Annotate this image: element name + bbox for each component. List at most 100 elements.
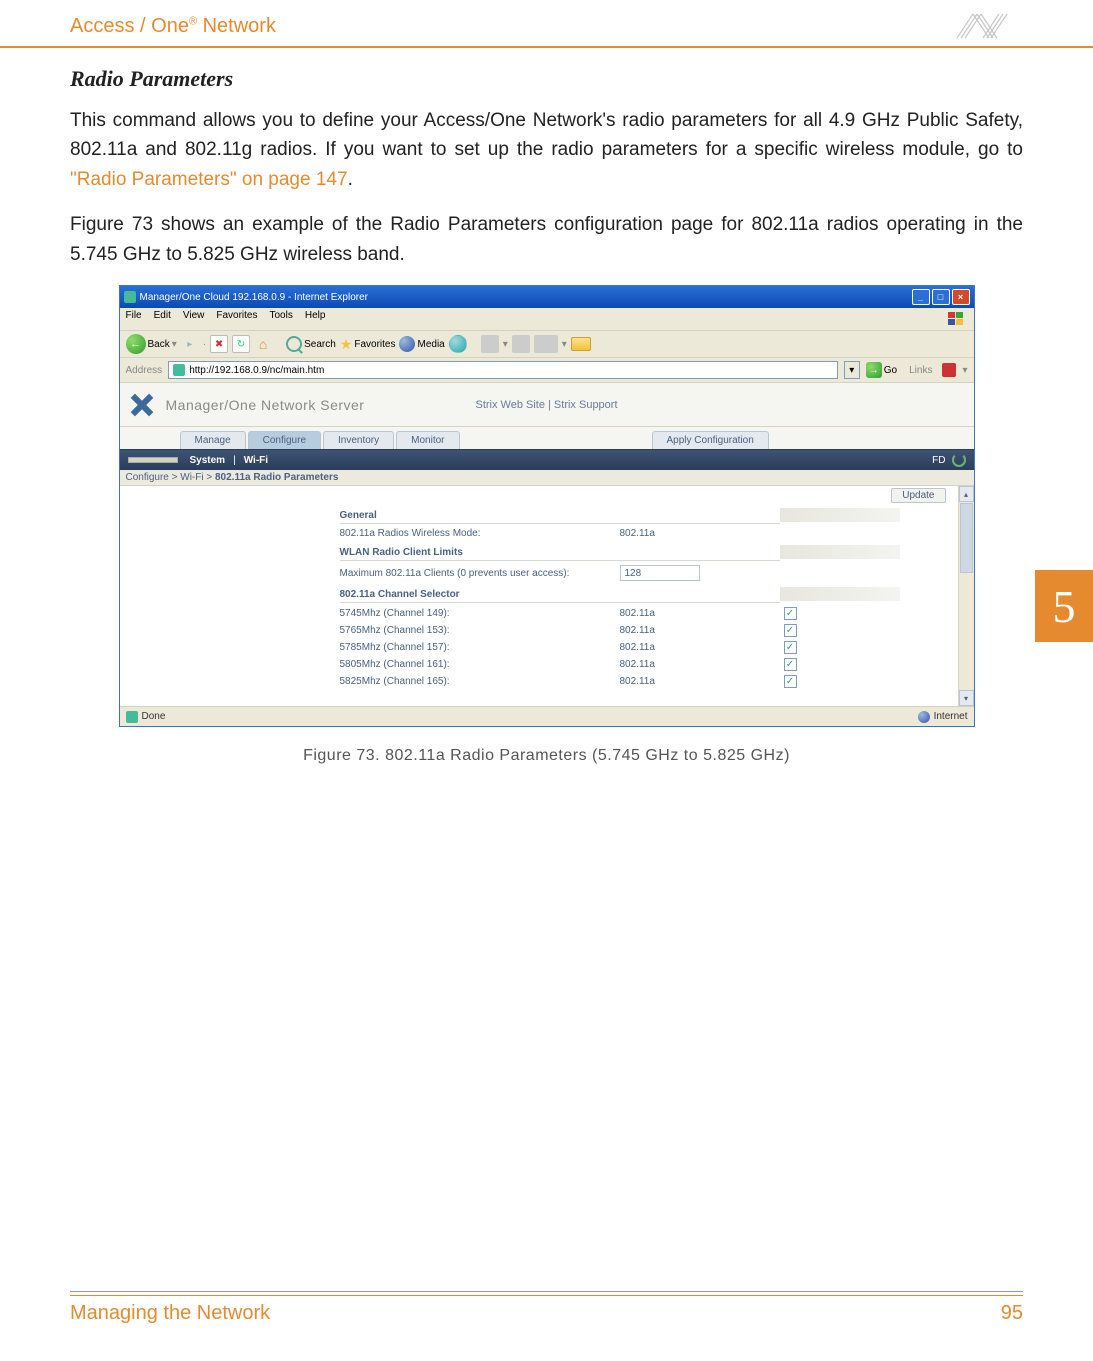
subnav-system[interactable]: System: [190, 455, 226, 466]
scroll-down-button[interactable]: ▾: [959, 690, 974, 706]
links-dropdown-icon[interactable]: ▾: [962, 365, 967, 376]
section-heading: Radio Parameters: [70, 66, 1023, 92]
content-area: Update General 802.11a Radios Wireless M…: [120, 486, 974, 706]
star-icon: ★: [340, 336, 353, 353]
ie-titlebar[interactable]: Manager/One Cloud 192.168.0.9 - Internet…: [120, 286, 974, 308]
search-label: Search: [304, 339, 336, 350]
search-button[interactable]: Search: [286, 336, 336, 352]
favorites-button[interactable]: ★ Favorites: [340, 336, 396, 353]
back-dropdown-icon[interactable]: ▾: [172, 339, 177, 350]
search-icon: [286, 336, 302, 352]
menu-file[interactable]: File: [126, 310, 142, 328]
toolbar-sep: ·: [203, 339, 206, 350]
internet-zone-icon: [918, 711, 930, 723]
app-tabs: Manage Configure Inventory Monitor Apply…: [120, 427, 974, 449]
app-logo-icon: [128, 391, 156, 419]
tab-configure[interactable]: Configure: [248, 431, 321, 449]
channel-165-label: 5825Mhz (Channel 165):: [340, 676, 620, 687]
go-button[interactable]: → Go: [866, 362, 897, 378]
max-clients-input[interactable]: 128: [620, 565, 700, 581]
figure-caption: Figure 73. 802.11a Radio Parameters (5.7…: [119, 747, 975, 765]
subnav-disabled: [128, 457, 178, 463]
tab-inventory[interactable]: Inventory: [323, 431, 394, 449]
mail-dropdown-icon[interactable]: ▾: [503, 339, 508, 350]
back-button[interactable]: ← Back ▾: [126, 334, 177, 354]
cross-ref-link[interactable]: "Radio Parameters" on page 147: [70, 169, 348, 190]
menu-view[interactable]: View: [183, 310, 205, 328]
scroll-thumb[interactable]: [960, 503, 973, 573]
media-button[interactable]: Media: [399, 336, 444, 352]
forward-button[interactable]: ▸: [181, 335, 199, 353]
stop-button[interactable]: ✖: [210, 335, 228, 353]
menu-favorites[interactable]: Favorites: [216, 310, 257, 328]
channel-157-checkbox[interactable]: ✓: [784, 641, 797, 654]
subnav-wifi[interactable]: Wi-Fi: [244, 455, 268, 466]
heading-shade: [780, 587, 900, 601]
back-label: Back: [148, 339, 170, 350]
home-button[interactable]: ⌂: [254, 335, 272, 353]
channel-161-checkbox[interactable]: ✓: [784, 658, 797, 671]
favorites-label: Favorites: [354, 339, 395, 350]
app-top-links[interactable]: Strix Web Site | Strix Support: [475, 399, 617, 411]
media-label: Media: [417, 339, 444, 350]
scrollbar[interactable]: ▴ ▾: [958, 486, 974, 706]
menu-edit[interactable]: Edit: [154, 310, 171, 328]
links-label[interactable]: Links: [909, 365, 932, 376]
channel-153-mode: 802.11a: [620, 625, 760, 636]
update-button[interactable]: Update: [891, 488, 945, 503]
menu-help[interactable]: Help: [305, 310, 326, 328]
intro-paragraph-1: This command allows you to define your A…: [70, 106, 1023, 194]
print-button[interactable]: [512, 335, 530, 353]
para1-text-b: .: [348, 169, 353, 190]
edit-button[interactable]: [534, 335, 558, 353]
edit-dropdown-icon[interactable]: ▾: [562, 339, 567, 350]
window-minimize-button[interactable]: _: [912, 289, 930, 305]
channel-153-checkbox[interactable]: ✓: [784, 624, 797, 637]
fd-label: FD: [932, 455, 945, 466]
address-dropdown-button[interactable]: ▾: [844, 361, 860, 379]
refresh-icon[interactable]: [952, 453, 966, 467]
brand-sup: ®: [189, 15, 197, 27]
address-input[interactable]: http://192.168.0.9/nc/main.htm: [168, 361, 838, 379]
status-page-icon: [126, 711, 138, 723]
ie-statusbar: Done Internet: [120, 706, 974, 726]
content-panel: Update General 802.11a Radios Wireless M…: [340, 486, 974, 706]
ie-title-text: Manager/One Cloud 192.168.0.9 - Internet…: [140, 292, 368, 303]
go-label: Go: [884, 365, 897, 376]
channel-selector-heading-text: 802.11a Channel Selector: [340, 589, 460, 600]
window-close-button[interactable]: ×: [952, 289, 970, 305]
channel-149-checkbox[interactable]: ✓: [784, 607, 797, 620]
breadcrumb-pre[interactable]: Configure > Wi-Fi >: [126, 472, 215, 483]
max-clients-row: Maximum 802.11a Clients (0 prevents user…: [340, 565, 940, 581]
general-heading-text: General: [340, 510, 377, 521]
channel-161-mode: 802.11a: [620, 659, 760, 670]
scroll-up-button[interactable]: ▴: [959, 486, 974, 502]
tab-apply-configuration[interactable]: Apply Configuration: [652, 431, 769, 449]
channel-row-157: 5785Mhz (Channel 157): 802.11a ✓: [340, 641, 940, 654]
scroll-track-space[interactable]: [959, 574, 974, 690]
media-icon: [399, 336, 415, 352]
channel-165-checkbox[interactable]: ✓: [784, 675, 797, 688]
tab-monitor[interactable]: Monitor: [396, 431, 459, 449]
channel-165-mode: 802.11a: [620, 676, 760, 687]
subnav-pipe: |: [233, 455, 236, 466]
tab-manage[interactable]: Manage: [180, 431, 246, 449]
discuss-button[interactable]: [571, 337, 591, 351]
mail-button[interactable]: [481, 335, 499, 353]
wlan-limits-section: WLAN Radio Client Limits Maximum 802.11a…: [340, 545, 974, 581]
status-done: Done: [142, 711, 166, 722]
wireless-mode-value: 802.11a: [620, 528, 760, 539]
brand-title: Access / One® Network: [70, 15, 276, 38]
forward-icon: ▸: [187, 339, 192, 350]
window-buttons: _ □ ×: [912, 289, 970, 305]
wireless-mode-label: 802.11a Radios Wireless Mode:: [340, 528, 620, 539]
max-clients-label: Maximum 802.11a Clients (0 prevents user…: [340, 568, 620, 579]
brand-pre: Access / One: [70, 15, 189, 37]
window-maximize-button[interactable]: □: [932, 289, 950, 305]
links-icon[interactable]: [942, 363, 956, 377]
menu-tools[interactable]: Tools: [269, 310, 292, 328]
ie-titlebar-left: Manager/One Cloud 192.168.0.9 - Internet…: [124, 291, 368, 303]
history-button[interactable]: [449, 335, 467, 353]
refresh-button[interactable]: ↻: [232, 335, 250, 353]
channel-157-label: 5785Mhz (Channel 157):: [340, 642, 620, 653]
